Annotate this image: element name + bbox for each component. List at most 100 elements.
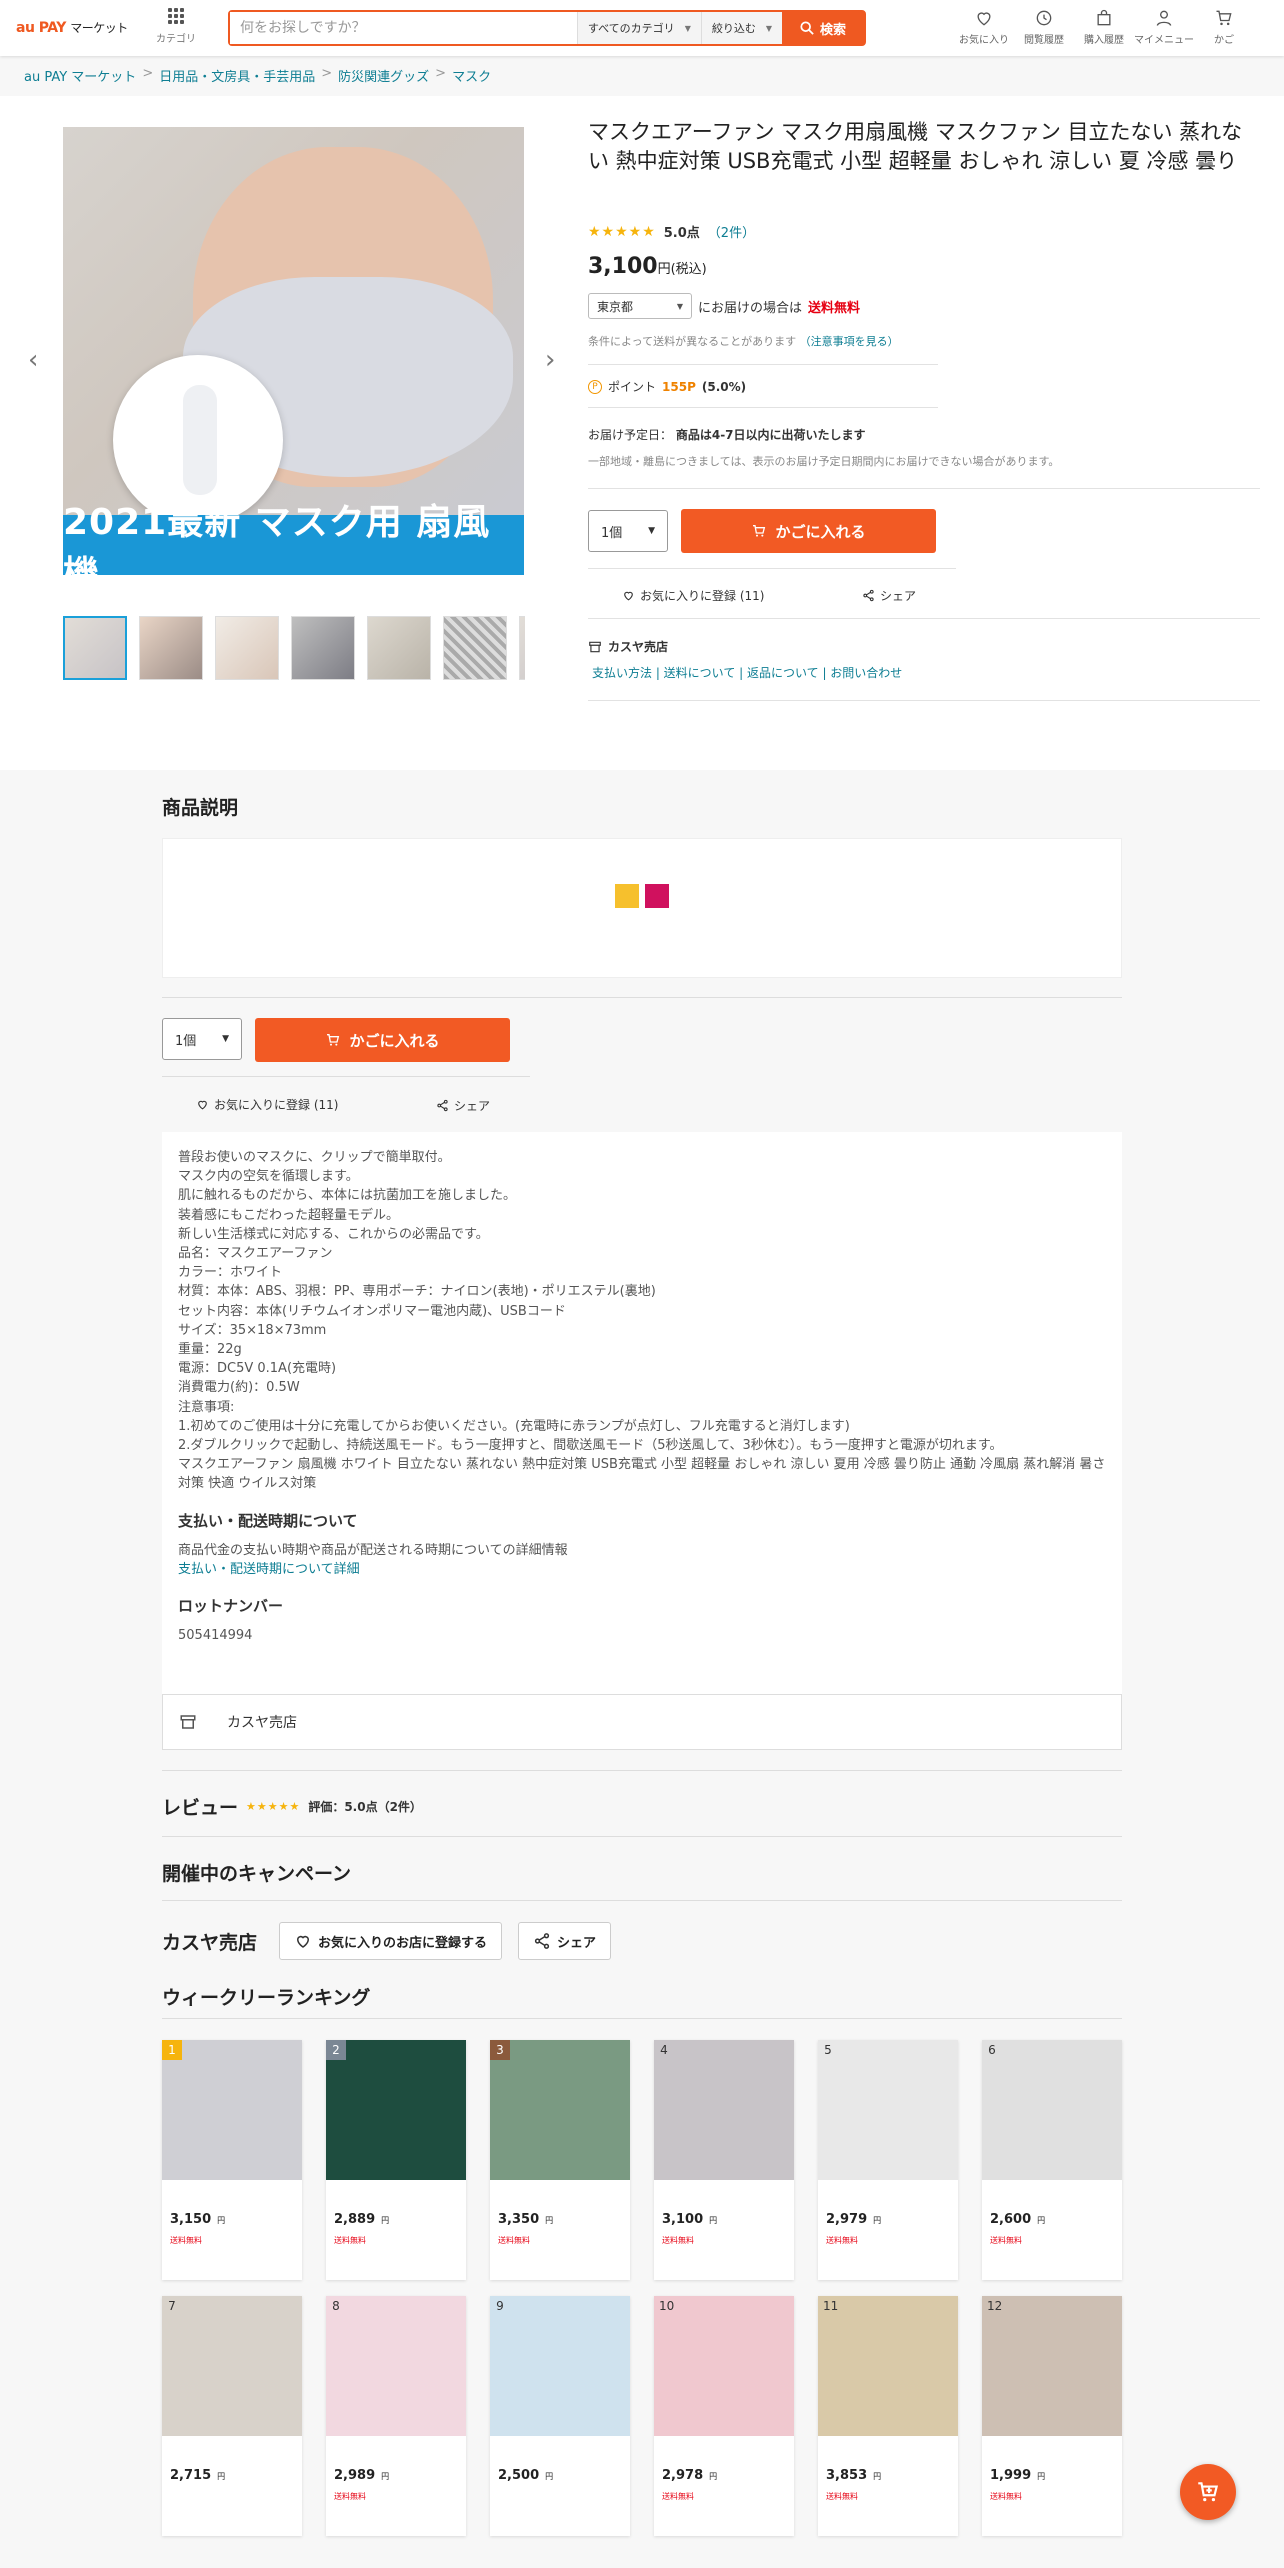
- desc-line: 新しい生活様式に対応する、これからの必需品です。: [178, 1226, 489, 1242]
- ranking-card[interactable]: 7 2,715 円: [162, 2296, 302, 2536]
- product-main-image[interactable]: 2021最新 マスク用 扇風機: [63, 127, 524, 575]
- shop-name[interactable]: カスヤ売店: [588, 638, 668, 655]
- thumbnail[interactable]: [63, 616, 127, 680]
- payment-text: 商品代金の支払い時期や商品が配送される時期についての詳細情報: [178, 1542, 568, 1558]
- rank-badge: 2: [326, 2040, 346, 2060]
- add-favorite-button[interactable]: お気に入りに登録 (11): [196, 1096, 338, 1113]
- shop-row[interactable]: カスヤ売店: [162, 1694, 1122, 1750]
- thumbnail[interactable]: [367, 616, 431, 680]
- thumbnail[interactable]: [291, 616, 355, 680]
- ranking-product-image: 10: [654, 2296, 794, 2436]
- rank-badge: 4: [660, 2043, 668, 2057]
- follow-shop-button[interactable]: お気に入りのお店に登録する: [279, 1922, 503, 1960]
- thumbnail[interactable]: [443, 616, 507, 680]
- ranking-price: 3,100 円: [662, 2212, 718, 2227]
- category-label: カテゴリ: [156, 34, 196, 45]
- ranking-card[interactable]: 11 3,853 円送料無料: [818, 2296, 958, 2536]
- ranking-card[interactable]: 8 2,989 円送料無料: [326, 2296, 466, 2536]
- cart-link[interactable]: かご: [1194, 8, 1254, 46]
- divider: [162, 997, 1122, 998]
- divider: [162, 1900, 1122, 1901]
- search-input[interactable]: [230, 12, 577, 44]
- quantity-select[interactable]: 1個 ▼: [588, 510, 668, 552]
- cart-icon: [327, 1034, 340, 1046]
- ranking-product-image: 5: [818, 2040, 958, 2180]
- ranking-card[interactable]: 1 3,150 円送料無料: [162, 2040, 302, 2280]
- add-favorite-button[interactable]: お気に入りに登録 (11): [622, 587, 764, 604]
- ranking-shipping: 送料無料: [826, 2492, 858, 2501]
- ranking-title: ウィークリーランキング: [162, 1987, 371, 2009]
- ranking-card[interactable]: 4 3,100 円送料無料: [654, 2040, 794, 2280]
- desc-line: 電源：DC5V 0.1A(充電時): [178, 1361, 337, 1377]
- ranking-card[interactable]: 12 1,999 円送料無料: [982, 2296, 1122, 2536]
- floating-cart-button[interactable]: [1180, 2464, 1236, 2520]
- breadcrumb-link[interactable]: au PAY マーケット: [24, 66, 136, 85]
- ranking-product-image: 8: [326, 2296, 466, 2436]
- desc-line: サイズ：35×18×73mm: [178, 1322, 327, 1338]
- filter-select[interactable]: 絞り込む ▼: [700, 12, 782, 44]
- ranking-price: 3,350 円: [498, 2212, 554, 2227]
- ranking-card[interactable]: 5 2,979 円送料無料: [818, 2040, 958, 2280]
- lot-number: 505414994: [178, 1628, 253, 1644]
- desc-line: 肌に触れるものだから、本体には抗菌加工を施しました。: [178, 1188, 517, 1204]
- reviews-summary: 評価：5.0点（2件）: [308, 1800, 422, 1814]
- ranking-card[interactable]: 2 2,889 円送料無料: [326, 2040, 466, 2280]
- delivery-note: 一部地域・離島につきましては、表示のお届け予定日期間内にお届けできない場合があり…: [588, 455, 1060, 468]
- ranking-price: 2,889 円: [334, 2212, 390, 2227]
- heart-icon: [297, 1935, 310, 1948]
- delivery-date: お届け予定日： 商品は4-7日以内に出荷いたします: [588, 428, 866, 442]
- quantity-select[interactable]: 1個 ▼: [162, 1018, 242, 1060]
- condition-link[interactable]: （注意事項を見る）: [800, 335, 899, 348]
- thumbnail[interactable]: [139, 616, 203, 680]
- divider: [588, 488, 1260, 489]
- shop-share-button[interactable]: シェア: [518, 1922, 612, 1960]
- chevron-right-icon[interactable]: ›: [545, 345, 555, 375]
- ranking-shipping: 送料無料: [826, 2236, 858, 2245]
- ranking-price: 2,989 円: [334, 2468, 390, 2483]
- ranking-card[interactable]: 9 2,500 円: [490, 2296, 630, 2536]
- image-banner: 2021最新 マスク用 扇風機: [63, 502, 524, 575]
- desc-line: 重量：22g: [178, 1342, 242, 1358]
- category-menu-button[interactable]: カテゴリ: [156, 8, 196, 45]
- chevron-left-icon[interactable]: ‹: [28, 345, 38, 375]
- breadcrumb: au PAY マーケット > 日用品・文房具・手芸用品 > 防災関連グッズ > マスク: [24, 66, 492, 85]
- site-logo[interactable]: au PAY マーケット: [16, 19, 128, 36]
- ranking-price: 2,978 円: [662, 2468, 718, 2483]
- prefecture-select[interactable]: 東京都 ▼: [588, 293, 692, 319]
- ranking-card[interactable]: 6 2,600 円送料無料: [982, 2040, 1122, 2280]
- rank-badge: 8: [332, 2299, 340, 2313]
- payment-detail-link[interactable]: 支払い・配送時期について詳細: [178, 1562, 360, 1577]
- add-to-cart-button[interactable]: かごに入れる: [255, 1018, 510, 1062]
- shipping-condition-note: 条件によって送料が異なることがあります （注意事項を見る）: [588, 335, 899, 348]
- search-button[interactable]: 検索: [782, 12, 864, 44]
- add-to-cart-button[interactable]: かごに入れる: [681, 509, 936, 553]
- review-count-link[interactable]: （2件）: [708, 222, 755, 241]
- shop-info-links[interactable]: 支払い方法 | 送料について | 返品について | お問い合わせ: [592, 664, 902, 681]
- share-button[interactable]: シェア: [862, 587, 916, 604]
- ranking-card[interactable]: 3 3,350 円送料無料: [490, 2040, 630, 2280]
- payment-title: 支払い・配送時期について: [178, 1511, 358, 1530]
- share-button[interactable]: シェア: [436, 1097, 490, 1114]
- category-select[interactable]: すべてのカテゴリ ▼: [576, 12, 701, 44]
- ranking-card[interactable]: 10 2,978 円送料無料: [654, 2296, 794, 2536]
- my-menu-link[interactable]: マイメニュー: [1134, 8, 1194, 46]
- ranking-shipping: 送料無料: [662, 2236, 694, 2245]
- purchase-history-link[interactable]: 購入履歴: [1074, 8, 1134, 46]
- campaign-title: 開催中のキャンペーン: [162, 1863, 352, 1885]
- breadcrumb-link[interactable]: マスク: [452, 66, 491, 85]
- header-icons: お気に入り 閲覧履歴 購入履歴 マイメニュー かご: [954, 8, 1254, 46]
- lot-title: ロットナンバー: [178, 1597, 284, 1616]
- ranking-grid: 1 3,150 円送料無料 2 2,889 円送料無料 3 3,350 円送料無料 4 3,100 円…: [162, 2040, 1122, 2536]
- thumbnail[interactable]: [519, 616, 525, 680]
- divider: [588, 568, 956, 569]
- thumbnail[interactable]: [215, 616, 279, 680]
- description-title: 商品説明: [162, 797, 239, 819]
- breadcrumb-link[interactable]: 防災関連グッズ: [338, 66, 429, 85]
- ranking-shipping: 送料無料: [990, 2492, 1022, 2501]
- favorites-link[interactable]: お気に入り: [954, 8, 1014, 46]
- history-link[interactable]: 閲覧履歴: [1014, 8, 1074, 46]
- ranking-shipping: 送料無料: [990, 2236, 1022, 2245]
- rating-score: 5.0点: [663, 226, 700, 241]
- breadcrumb-link[interactable]: 日用品・文房具・手芸用品: [159, 66, 315, 85]
- ranking-product-image: 4: [654, 2040, 794, 2180]
